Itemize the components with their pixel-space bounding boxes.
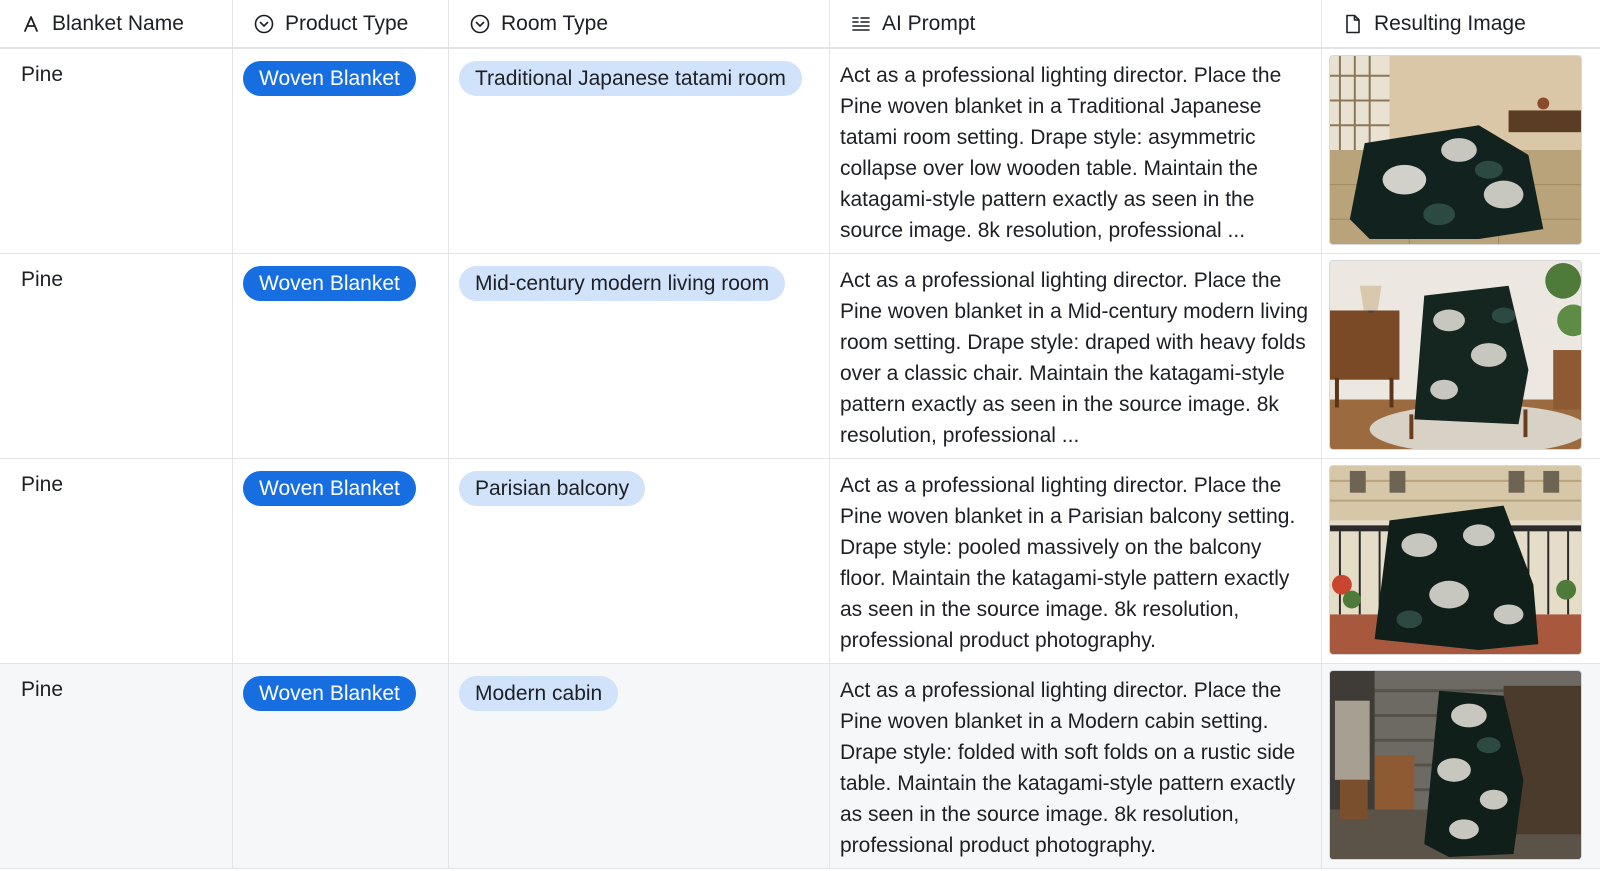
blanket-name-cell[interactable]: Pine <box>0 254 233 458</box>
product-type-cell[interactable]: Woven Blanket <box>233 459 449 663</box>
single-select-icon <box>469 13 491 35</box>
ai-prompt-text: Act as a professional lighting director.… <box>840 679 1296 857</box>
blanket-name-cell[interactable]: Pine <box>0 664 233 868</box>
column-label: Product Type <box>285 11 409 35</box>
product-type-cell[interactable]: Woven Blanket <box>233 254 449 458</box>
long-text-icon <box>850 13 872 35</box>
table-row[interactable]: Pine Woven Blanket Mid-century modern li… <box>0 254 1600 459</box>
single-select-icon <box>253 13 275 35</box>
resulting-image-cell[interactable] <box>1322 664 1600 868</box>
grid-header: Blanket Name Product Type Room Type AI P… <box>0 0 1600 49</box>
text-a-icon <box>20 13 42 35</box>
product-type-cell[interactable]: Woven Blanket <box>233 664 449 868</box>
room-type-pill: Modern cabin <box>459 676 619 711</box>
ai-prompt-cell[interactable]: Act as a professional lighting director.… <box>830 254 1322 458</box>
product-type-pill: Woven Blanket <box>243 471 416 506</box>
ai-prompt-cell[interactable]: Act as a professional lighting director.… <box>830 459 1322 663</box>
column-label: Room Type <box>501 11 608 35</box>
column-header-blanket-name[interactable]: Blanket Name <box>0 0 233 47</box>
ai-prompt-text: Act as a professional lighting director.… <box>840 64 1282 242</box>
product-type-cell[interactable]: Woven Blanket <box>233 49 449 253</box>
product-type-pill: Woven Blanket <box>243 266 416 301</box>
column-header-product-type[interactable]: Product Type <box>233 0 449 47</box>
data-grid: Blanket Name Product Type Room Type AI P… <box>0 0 1600 869</box>
resulting-image-cell[interactable] <box>1322 459 1600 663</box>
column-header-room-type[interactable]: Room Type <box>449 0 830 47</box>
resulting-image-cell[interactable] <box>1322 254 1600 458</box>
column-label: Blanket Name <box>52 11 184 35</box>
column-label: AI Prompt <box>882 11 976 35</box>
product-type-pill: Woven Blanket <box>243 676 416 711</box>
room-type-cell[interactable]: Traditional Japanese tatami room <box>449 49 830 253</box>
attachment-file-icon <box>1342 13 1364 35</box>
blanket-on-low-table-tatami-photo[interactable] <box>1329 55 1582 245</box>
blanket-on-side-table-cabin-photo[interactable] <box>1329 670 1582 860</box>
room-type-cell[interactable]: Mid-century modern living room <box>449 254 830 458</box>
room-type-pill: Parisian balcony <box>459 471 646 506</box>
room-type-pill: Traditional Japanese tatami room <box>459 61 802 96</box>
ai-prompt-text: Act as a professional lighting director.… <box>840 269 1309 447</box>
table-row[interactable]: Pine Woven Blanket Parisian balcony Act … <box>0 459 1600 664</box>
room-type-pill: Mid-century modern living room <box>459 266 786 301</box>
room-type-cell[interactable]: Modern cabin <box>449 664 830 868</box>
column-header-resulting-image[interactable]: Resulting Image <box>1322 0 1600 47</box>
ai-prompt-text: Act as a professional lighting director.… <box>840 474 1296 652</box>
ai-prompt-cell[interactable]: Act as a professional lighting director.… <box>830 664 1322 868</box>
product-type-pill: Woven Blanket <box>243 61 416 96</box>
blanket-name-cell[interactable]: Pine <box>0 49 233 253</box>
column-label: Resulting Image <box>1374 11 1526 35</box>
table-row[interactable]: Pine Woven Blanket Modern cabin Act as a… <box>0 664 1600 869</box>
blanket-name-cell[interactable]: Pine <box>0 459 233 663</box>
resulting-image-cell[interactable] <box>1322 49 1600 253</box>
column-header-ai-prompt[interactable]: AI Prompt <box>830 0 1322 47</box>
blanket-on-balcony-photo[interactable] <box>1329 465 1582 655</box>
blanket-on-chair-living-room-photo[interactable] <box>1329 260 1582 450</box>
table-row[interactable]: Pine Woven Blanket Traditional Japanese … <box>0 49 1600 254</box>
room-type-cell[interactable]: Parisian balcony <box>449 459 830 663</box>
ai-prompt-cell[interactable]: Act as a professional lighting director.… <box>830 49 1322 253</box>
